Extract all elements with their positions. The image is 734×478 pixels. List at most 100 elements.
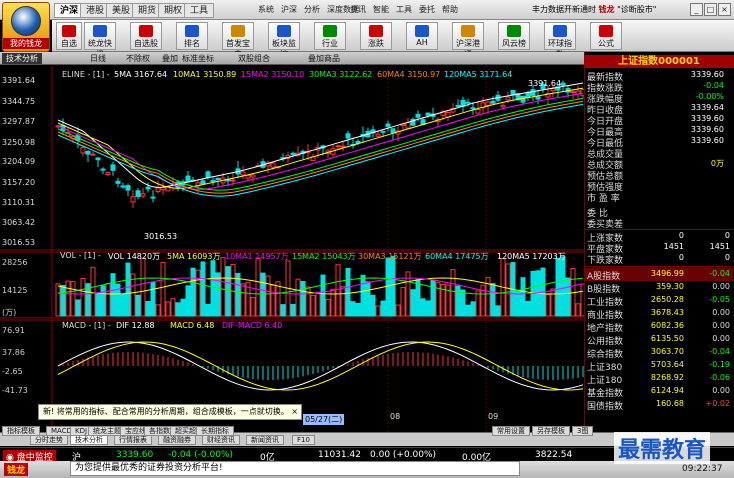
toolbar-button-9[interactable]: 沪深港通 [452,22,484,59]
candle-body-96 [535,96,541,100]
index-chg-6: -0.04 [709,347,730,356]
quote-val-0: 3339.60 [690,70,724,79]
menu-item-8[interactable]: 帮助 [442,4,458,15]
vol-bar-54 [325,298,331,317]
bottom-tab-8[interactable]: 分时走势 [30,435,68,445]
bottom-tab-10[interactable]: 行情报表 [114,435,152,445]
bottom-tab-12[interactable]: 财经资讯 [202,435,240,445]
tip-banner[interactable]: 新! 将常用的指标、配合常用的分析周期，组合成模板，一点就切换。 × [38,404,302,420]
toolbar-label-12: 公式 [598,39,614,48]
index-chg-7: -0.19 [709,360,730,369]
updown-key-2: 下跌家数 [587,256,624,266]
menu-item-1[interactable]: 沪深 [281,4,297,15]
x-label-1: 09 [488,412,499,421]
candle-body-11 [110,164,116,171]
index-chg-8: -0.06 [709,373,730,382]
toolbar-button-7[interactable]: 涨跌 [360,22,392,50]
vol-bar-41 [260,272,266,317]
quote-val-3: 3339.64 [690,103,724,112]
macd-legend-header: MACD - [1] - [62,321,111,330]
candle-body-91 [510,89,516,96]
close-icon[interactable]: × [718,3,731,16]
vol-bar-16 [135,294,141,317]
subbar-item-0[interactable]: 技术分析 [2,53,42,64]
price-label-4: 3204.09 [2,157,36,166]
kline-chart-area[interactable] [0,66,586,432]
price-label-0: 3391.64 [2,76,36,85]
toolbar-button-11[interactable]: 环球指数 [544,22,576,59]
vol-bar-13 [120,293,126,317]
quote-val-5: 3339.60 [690,125,724,134]
vol-legend-header: VOL - [1] - [60,251,101,260]
candle-body-56 [335,145,341,148]
ticker-change-2: 0.00 (+0.00%) [370,450,437,460]
minimize-icon[interactable]: _ [690,3,703,16]
index-name-10: 国债指数 [587,402,624,412]
toolbar-button-10[interactable]: 风云榜 [498,22,530,50]
promo-text[interactable]: 丰力数据开新通时 钱龙 "诊断股市" [532,4,656,15]
quote-val-1: -0.04 [703,81,724,90]
toolbar-icon-9 [461,25,475,37]
candle-body-13 [120,185,126,188]
toolbar-button-0[interactable]: 自选 [56,22,82,50]
bottom-tab-14[interactable]: F10 [292,435,315,445]
candle-body-58 [345,133,351,139]
vol-bar-42 [265,275,271,317]
toolbar-icon-10 [507,25,521,37]
subbar-item-6[interactable]: 叠加商品 [304,53,344,64]
toolbar-button-5[interactable]: 板块监控 [268,22,300,59]
vol-bar-10 [105,282,111,317]
toolbar-button-3[interactable]: 排名 [176,22,208,50]
side-tab-0[interactable]: 常用设置 [492,426,530,436]
ticker-value: 3822.54 [535,450,573,460]
vol-bar-19 [150,282,156,317]
candle-body-38 [245,174,251,179]
menu-item-5[interactable]: 智能 [373,4,389,15]
subbar-item-1[interactable]: 日线 [86,53,110,64]
updown-v2-2: 0 [724,253,730,262]
vol-bar-47 [290,303,296,317]
vol-bar-82 [465,304,471,317]
toolbar-button-2[interactable]: 自选股 [130,22,162,50]
toolbar-label-7: 涨跌 [368,39,384,48]
toolbar-button-1[interactable]: 统龙快讯 [84,22,116,59]
vol-legend-ma10: 10MA1 14957万 [225,252,289,261]
tip-close-icon[interactable]: × [291,405,298,419]
app-logo[interactable]: 我的钱龙 [2,2,50,52]
menu-item-4[interactable]: 资讯 [350,4,366,15]
candle-body-16 [135,190,141,197]
macd-label-2: -2.65 [2,367,23,376]
toolbar-button-8[interactable]: AH [406,22,438,50]
logo-label: 我的钱龙 [3,38,49,49]
bottom-tab-9[interactable]: 技术分析 [70,435,108,445]
status-brand: 钱龙 [4,463,29,476]
vol-label-2: (万) [2,308,17,317]
bottom-tab-11[interactable]: 融资融券 [158,435,196,445]
subbar-item-2[interactable]: 不除权 [122,53,154,64]
vol-bar-57 [340,286,346,317]
toolbar-label-10: 风云榜 [502,39,526,48]
bottom-tab-13[interactable]: 新闻资讯 [246,435,284,445]
toolbar-button-12[interactable]: 公式 [590,22,622,50]
candle-body-99 [550,88,556,92]
side-tab-2[interactable]: 3图 [572,426,594,436]
menu-item-2[interactable]: 分析 [304,4,320,15]
vol-bar-11 [110,273,116,317]
candle-body-30 [205,171,211,178]
vol-bar-62 [365,281,371,317]
low-label: 3016.53 [144,232,178,241]
maximize-icon[interactable]: □ [704,3,717,16]
menu-item-0[interactable]: 系统 [258,4,274,15]
market-tab-5[interactable]: 工具 [184,3,215,18]
quote-key-11: 市 盈 率 [587,194,620,204]
toolbar-button-4[interactable]: 首发宝典 [222,22,254,59]
toolbar-button-6[interactable]: 行业 [314,22,346,50]
subbar-item-4[interactable]: 标准坐标 [178,53,218,64]
vol-bar-100 [555,258,561,317]
menu-item-7[interactable]: 委托 [419,4,435,15]
menu-item-6[interactable]: 工具 [396,4,412,15]
subbar-item-5[interactable]: 双股组合 [234,53,274,64]
candle-body-37 [240,171,246,176]
side-tab-1[interactable]: 另存模板 [532,426,570,436]
toolbar-icon-6 [323,25,337,37]
